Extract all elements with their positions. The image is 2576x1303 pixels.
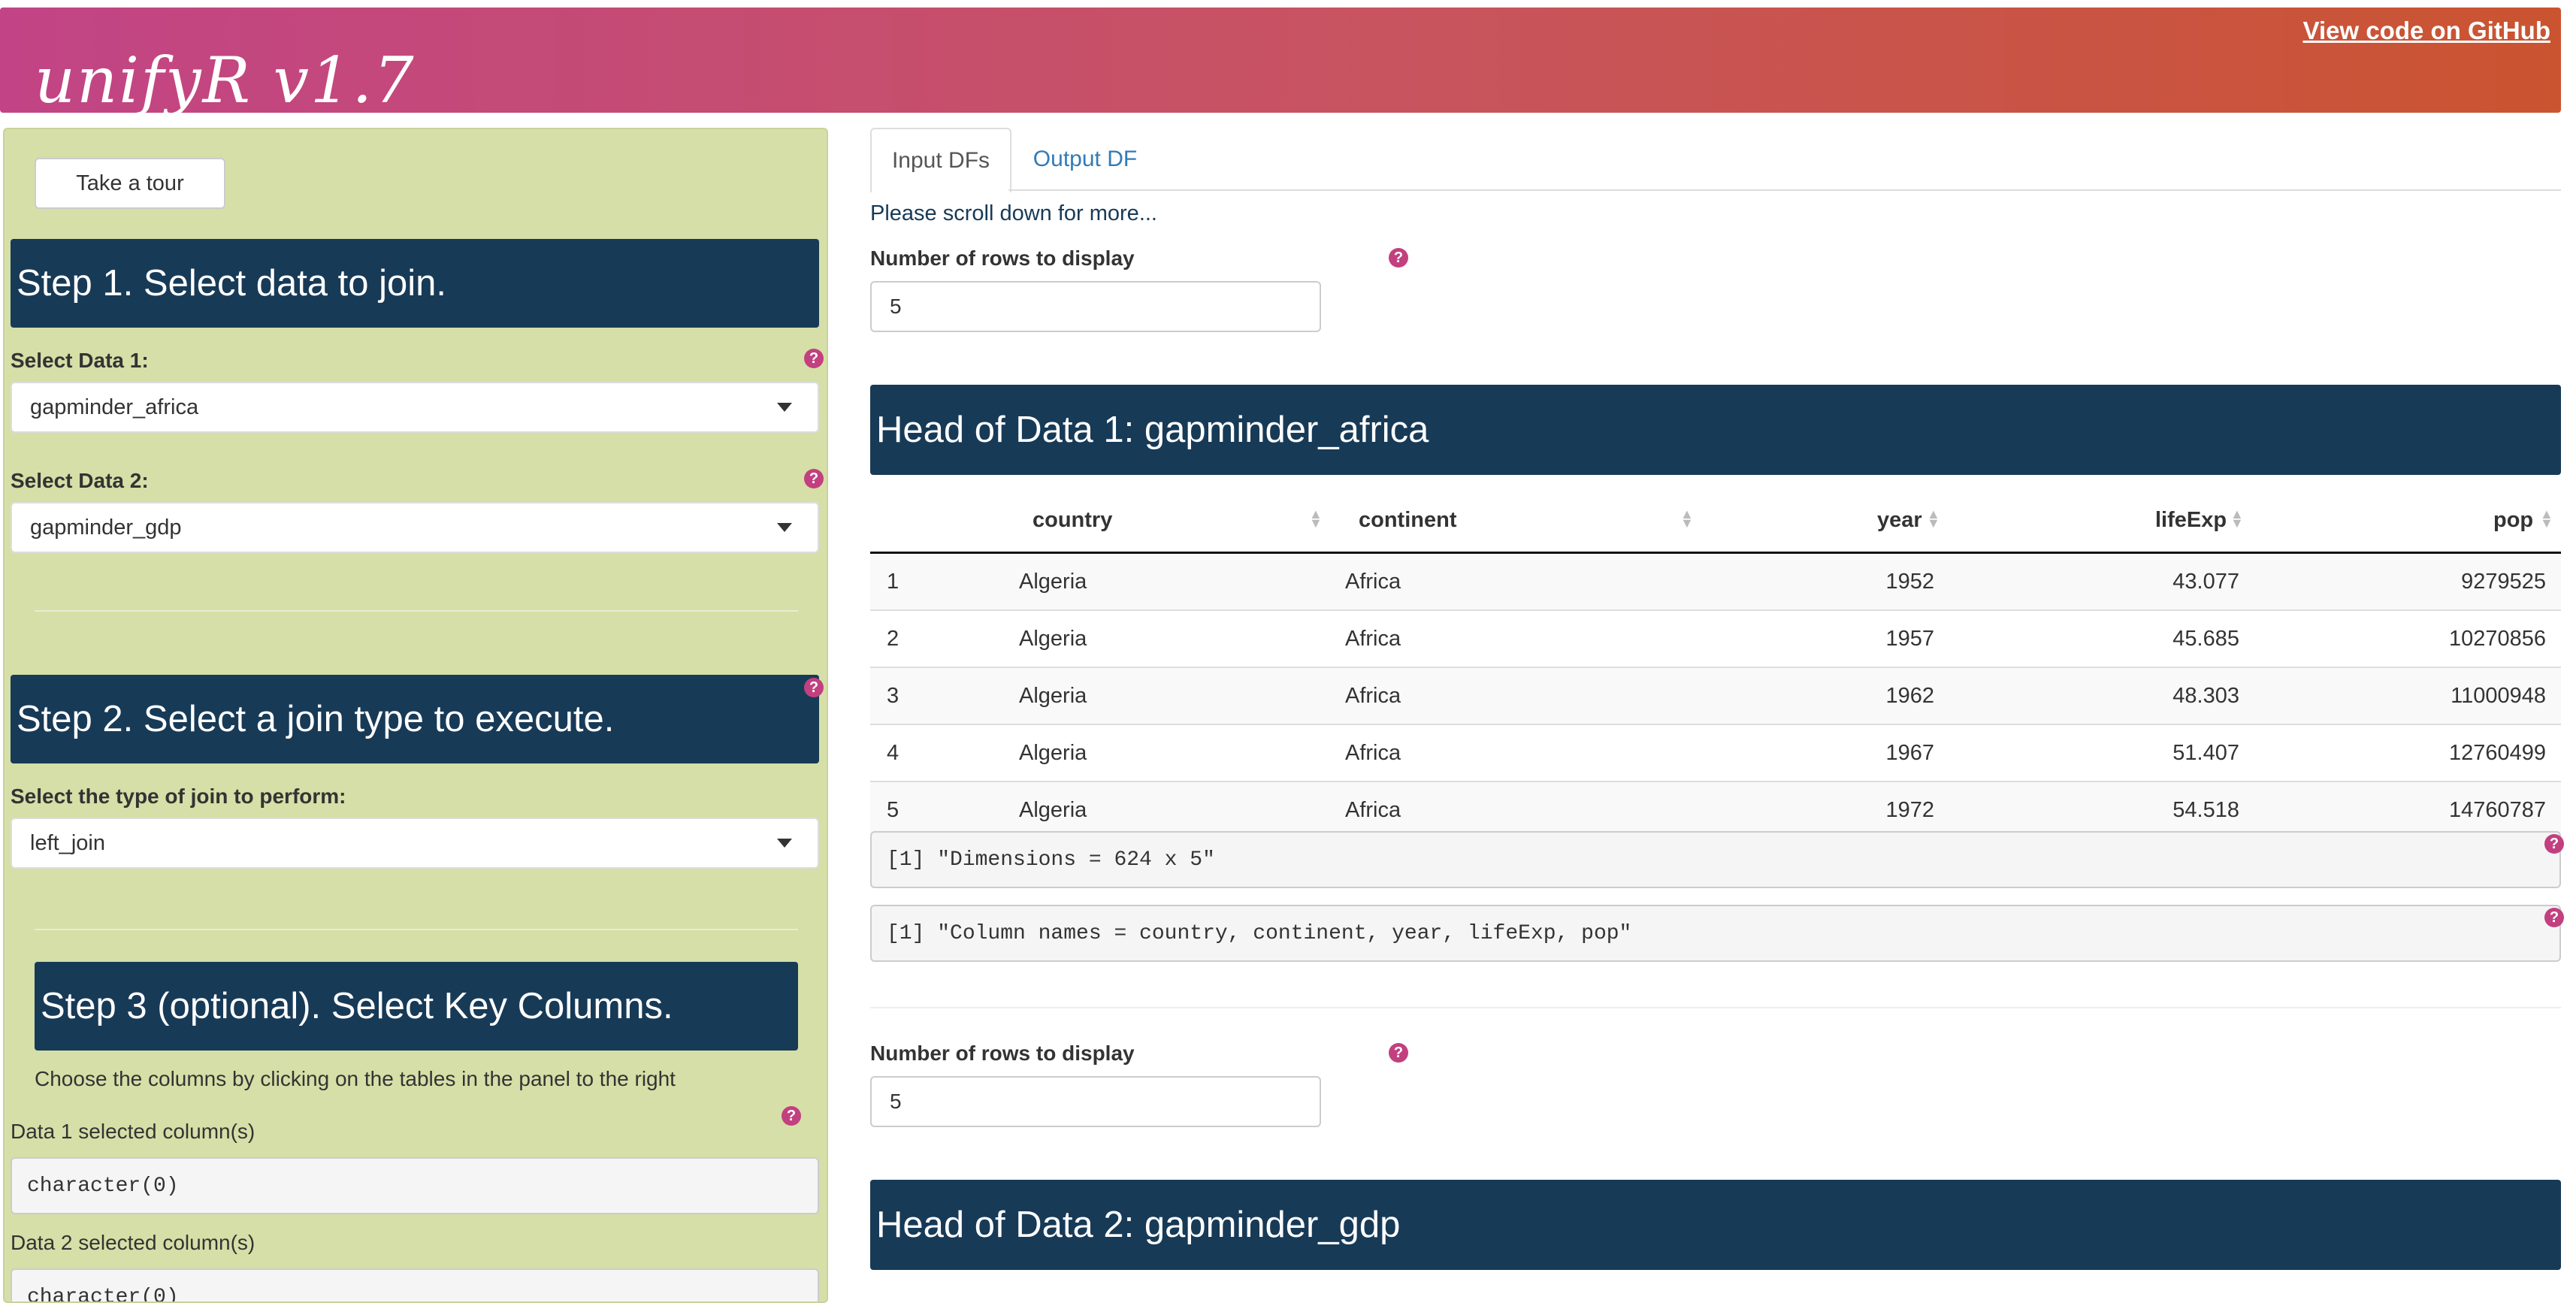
row-index: 2 bbox=[887, 626, 899, 651]
colnames-output: [1] "Column names = country, continent, … bbox=[870, 905, 2561, 962]
cell-country[interactable]: Algeria bbox=[1019, 668, 1087, 724]
row-index: 4 bbox=[887, 740, 899, 765]
table-row[interactable]: 3 Algeria Africa 1962 48.303 11000948 bbox=[870, 668, 2561, 725]
join-type-label: Select the type of join to perform: bbox=[11, 785, 346, 808]
cell-continent[interactable]: Africa bbox=[1345, 611, 1401, 667]
sort-icon[interactable]: ▲ ▼ bbox=[2230, 507, 2244, 530]
help-icon[interactable]: ? bbox=[2544, 908, 2564, 927]
cell-pop[interactable]: 14760787 bbox=[2449, 782, 2546, 838]
chevron-down-icon bbox=[777, 403, 792, 412]
cell-pop[interactable]: 12760499 bbox=[2449, 725, 2546, 781]
rows2-input[interactable]: 5 bbox=[870, 1076, 1321, 1127]
data1-select-value: gapminder_africa bbox=[30, 395, 199, 419]
data1-table: country ▲ ▼ continent ▲ ▼ year ▲ ▼ lifeExp … bbox=[870, 488, 2561, 840]
app-header: unifyR v1.7 View code on GitHub bbox=[0, 8, 2561, 117]
cell-country[interactable]: Algeria bbox=[1019, 554, 1087, 609]
app-title: unifyR v1.7 bbox=[35, 44, 416, 117]
data1-cols-output: character(0) bbox=[11, 1157, 819, 1214]
sort-icon[interactable]: ▲ ▼ bbox=[2540, 507, 2553, 530]
sort-icon[interactable]: ▲ ▼ bbox=[1680, 507, 1694, 530]
data1-cols-label: Data 1 selected column(s) bbox=[11, 1120, 255, 1143]
data1-label: Select Data 1: bbox=[11, 349, 149, 372]
cell-country[interactable]: Algeria bbox=[1019, 611, 1087, 667]
scroll-hint: Please scroll down for more... bbox=[870, 201, 1157, 225]
cell-year[interactable]: 1957 bbox=[1885, 611, 1934, 667]
col-lifeexp[interactable]: lifeExp bbox=[2155, 488, 2227, 552]
join-type-select[interactable]: left_join bbox=[11, 818, 819, 869]
cell-pop[interactable]: 9279525 bbox=[2461, 554, 2546, 609]
help-icon[interactable]: ? bbox=[1389, 248, 1408, 268]
cell-continent[interactable]: Africa bbox=[1345, 668, 1401, 724]
github-link[interactable]: View code on GitHub bbox=[2303, 17, 2550, 45]
rows-label: Number of rows to display bbox=[870, 246, 1135, 270]
col-continent[interactable]: continent bbox=[1359, 488, 1457, 552]
help-icon[interactable]: ? bbox=[2544, 834, 2564, 854]
cell-year[interactable]: 1972 bbox=[1885, 782, 1934, 838]
data2-heading: Head of Data 2: gapminder_gdp bbox=[870, 1180, 2561, 1270]
tab-output-df[interactable]: Output DF bbox=[1017, 128, 1153, 191]
dimensions-output: [1] "Dimensions = 624 x 5" bbox=[870, 831, 2561, 888]
chevron-down-icon bbox=[777, 523, 792, 532]
cell-country[interactable]: Algeria bbox=[1019, 725, 1087, 781]
rows-input[interactable]: 5 bbox=[870, 281, 1321, 332]
row-index: 3 bbox=[887, 683, 899, 708]
data2-select-value: gapminder_gdp bbox=[30, 515, 182, 540]
divider bbox=[870, 1007, 2561, 1008]
row-index: 5 bbox=[887, 797, 899, 822]
cell-pop[interactable]: 10270856 bbox=[2449, 611, 2546, 667]
help-icon[interactable]: ? bbox=[1389, 1043, 1408, 1063]
chevron-down-icon bbox=[777, 839, 792, 848]
cell-lifeexp[interactable]: 45.685 bbox=[2172, 611, 2239, 667]
sort-icon[interactable]: ▲ ▼ bbox=[1927, 507, 1940, 530]
cell-pop[interactable]: 11000948 bbox=[2451, 668, 2546, 724]
rows2-label: Number of rows to display bbox=[870, 1041, 1135, 1065]
step3-instructions: Choose the columns by clicking on the ta… bbox=[35, 1067, 676, 1090]
join-type-value: left_join bbox=[30, 830, 105, 855]
tab-divider bbox=[1008, 189, 2561, 191]
data2-select[interactable]: gapminder_gdp bbox=[11, 502, 819, 553]
divider bbox=[35, 610, 798, 612]
data1-select[interactable]: gapminder_africa bbox=[11, 382, 819, 433]
cell-year[interactable]: 1967 bbox=[1885, 725, 1934, 781]
cell-country[interactable]: Algeria bbox=[1019, 782, 1087, 838]
help-icon[interactable]: ? bbox=[804, 469, 824, 488]
step3-banner: Step 3 (optional). Select Key Columns. bbox=[35, 962, 798, 1051]
cell-lifeexp[interactable]: 51.407 bbox=[2172, 725, 2239, 781]
cell-lifeexp[interactable]: 43.077 bbox=[2172, 554, 2239, 609]
divider bbox=[35, 929, 798, 930]
col-year[interactable]: year bbox=[1877, 488, 1922, 552]
table-row[interactable]: 1 Algeria Africa 1952 43.077 9279525 bbox=[870, 554, 2561, 611]
cell-year[interactable]: 1952 bbox=[1885, 554, 1934, 609]
tab-input-dfs[interactable]: Input DFs bbox=[870, 128, 1011, 192]
col-pop[interactable]: pop bbox=[2493, 488, 2533, 552]
cell-lifeexp[interactable]: 48.303 bbox=[2172, 668, 2239, 724]
data2-cols-label: Data 2 selected column(s) bbox=[11, 1231, 255, 1254]
table-row[interactable]: 4 Algeria Africa 1967 51.407 12760499 bbox=[870, 725, 2561, 782]
take-tour-button[interactable]: Take a tour bbox=[35, 158, 225, 209]
table-header: country ▲ ▼ continent ▲ ▼ year ▲ ▼ lifeExp … bbox=[870, 488, 2561, 554]
step2-banner: Step 2. Select a join type to execute. bbox=[11, 675, 819, 763]
col-country[interactable]: country bbox=[1033, 488, 1112, 552]
cell-continent[interactable]: Africa bbox=[1345, 782, 1401, 838]
help-icon[interactable]: ? bbox=[804, 678, 824, 697]
step1-banner: Step 1. Select data to join. bbox=[11, 239, 819, 328]
help-icon[interactable]: ? bbox=[782, 1106, 801, 1126]
table-row[interactable]: 2 Algeria Africa 1957 45.685 10270856 bbox=[870, 611, 2561, 668]
cell-lifeexp[interactable]: 54.518 bbox=[2172, 782, 2239, 838]
sort-icon[interactable]: ▲ ▼ bbox=[1309, 507, 1323, 530]
data2-cols-output: character(0) bbox=[11, 1268, 819, 1301]
cell-continent[interactable]: Africa bbox=[1345, 554, 1401, 609]
row-index: 1 bbox=[887, 569, 899, 594]
data2-label: Select Data 2: bbox=[11, 469, 149, 492]
sidebar-panel: Take a tour Step 1. Select data to join.… bbox=[3, 128, 828, 1303]
cell-year[interactable]: 1962 bbox=[1885, 668, 1934, 724]
cell-continent[interactable]: Africa bbox=[1345, 725, 1401, 781]
data1-heading: Head of Data 1: gapminder_africa bbox=[870, 385, 2561, 475]
help-icon[interactable]: ? bbox=[804, 349, 824, 368]
